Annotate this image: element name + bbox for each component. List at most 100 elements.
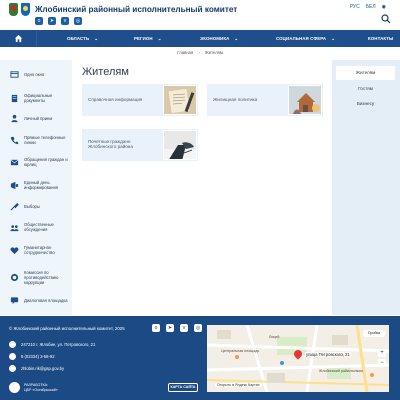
nav-item-contacts[interactable]: КОНТАКТЫ [368,36,393,41]
heart-icon [10,246,19,254]
lang-be[interactable]: БЕЛ [366,4,376,10]
lang-ru[interactable]: РУС [350,4,360,10]
sidebar-item-label: Прямые телефонные линии [24,135,66,145]
map-traffic-button[interactable]: Пробки [363,330,385,337]
sidebar-item-appeals[interactable]: Обращения граждан и юрлиц [0,157,72,167]
card-reference-info[interactable]: Справочная информация [82,84,198,116]
sidebar-item-label: Личный прием [24,116,53,121]
location-icon [9,341,16,348]
map-place-label: Центральная площадь [221,349,260,353]
footer-phone-text: 8 (02334) 3-58-92 [21,354,55,359]
language-switcher: РУС БЕЛ ◉ [350,4,386,10]
nav-item-label: РЕГИОН [134,36,153,41]
instagram-icon[interactable]: ◎ [194,324,202,332]
sidebar-item-humanitarian[interactable]: Гуманитарное сотрудничество [0,245,72,255]
vk-icon[interactable]: v [180,324,188,332]
map-place-label: Лицей [269,335,280,339]
sidebar-item-info-day[interactable]: Единый день информирования [0,180,72,190]
breadcrumb-home[interactable]: Главная [177,50,193,55]
site-header: Жлобинский районный исполнительный комит… [0,0,400,30]
document-icon [11,94,18,102]
map-open-link[interactable]: Открыть в Яндекс Картах [215,383,262,387]
right-sidebar-item-business[interactable]: Бизнесу [336,97,395,111]
map-zoom-in-button[interactable]: + [378,349,386,357]
developer-name: ЦБР «Октябрьский» [24,387,58,392]
right-sidebar-item-residents[interactable]: Жителям [336,66,395,80]
dialog-icon [10,297,19,305]
footer-developer[interactable]: РАЗРАБОТКА: ЦБР «Октябрьский» [9,382,58,393]
nav-divider [36,30,37,47]
coat-of-arms-icon[interactable] [21,3,30,16]
main-nav: ОБЛАСТЬ ⌄ РЕГИОН ⌄ ЭКОНОМИКА ⌄ СОЦИАЛЬНАЯ С… [0,30,400,47]
state-emblem-icon[interactable] [9,3,18,16]
nav-item-region[interactable]: РЕГИОН ⌄ [134,36,161,42]
developer-logo-icon [9,382,20,393]
footer-email-text: zhlobin.rik@gsp.gov.by [21,366,65,371]
right-sidebar: Жителям Гостям Бизнесу [332,60,400,315]
instagram-icon[interactable]: ◎ [74,17,82,25]
search-icon[interactable] [381,14,391,24]
telegram-icon[interactable]: ➤ [166,324,174,332]
sidebar-item-anticorruption[interactable]: Комиссия по противодействию коррупции [0,270,72,285]
card-honorary-citizens[interactable]: Почетные граждане Жлобинского района [82,129,198,161]
card-image [163,130,197,160]
nav-item-social[interactable]: СОЦИАЛЬНАЯ СФЕРА ⌄ [276,36,335,42]
sidebar-item-label: Общественные обсуждения [24,222,54,232]
sidebar-item-discussions[interactable]: Общественные обсуждения [0,222,72,232]
sidebar-item-label: Единый день информирования [24,180,59,190]
map-address-label: улица Петровского, 21 [305,352,351,357]
card-label: Почетные граждане Жлобинского района [88,139,133,150]
ballot-icon [10,203,19,211]
card-label: Жилищная политика [213,97,258,102]
sitemap-button[interactable]: КАРТА САЙТА [168,383,198,392]
location-map[interactable]: Центральная площадь Жлобинский райисполк… [207,325,389,392]
odnoklassniki-icon[interactable]: o [35,17,43,25]
chevron-down-icon: ⌄ [157,36,162,41]
site-title[interactable]: Жлобинский районный исполнительный комит… [35,5,237,14]
sidebar-item-personal-reception[interactable]: Личный прием [0,114,72,123]
left-sidebar: Одно окно Официальные документы Личный п… [0,60,72,315]
sidebar-item-label: Гуманитарное сотрудничество [24,245,55,255]
map-zoom-out-button[interactable]: − [378,359,386,367]
sidebar-item-one-window[interactable]: Одно окно [0,70,72,79]
discussion-icon [10,224,19,231]
sidebar-item-label: Комиссия по противодействию коррупции [24,270,59,285]
phone-icon [9,353,16,360]
nav-item-economy[interactable]: ЭКОНОМИКА ⌄ [200,36,238,42]
card-housing-policy[interactable]: Жилищная политика [207,84,323,116]
footer-address-text: 247210 г. Жлобин, ул. Петровского, 21 [21,342,96,347]
sidebar-item-label: Одно окно [24,72,45,77]
card-label: Справочная информация [88,97,143,102]
breadcrumb: Главная › Жителям [0,50,400,55]
chevron-down-icon: ⌄ [94,36,98,41]
shield-icon [10,273,19,282]
sidebar-item-dialog[interactable]: Диалоговая площадка [0,296,72,305]
accessibility-eye-icon[interactable]: ◉ [382,4,386,10]
sidebar-item-label: Официальные документы [24,93,53,103]
sidebar-item-label: Обращения граждан и юрлиц [24,157,68,167]
footer-email[interactable]: zhlobin.rik@gsp.gov.by [9,365,64,372]
person-icon [11,114,18,123]
telegram-icon[interactable]: ➤ [48,17,56,25]
footer-phone[interactable]: 8 (02334) 3-58-92 [9,353,55,360]
vk-icon[interactable]: v [61,17,69,25]
sidebar-item-documents[interactable]: Официальные документы [0,93,72,103]
map-place-label: Жлобинский райисполком [319,369,363,373]
home-icon[interactable] [14,34,23,43]
phone-icon [10,136,19,144]
info-icon [10,181,19,189]
chevron-down-icon: ⌄ [331,36,335,41]
sidebar-item-elections[interactable]: Выборы [0,202,72,211]
card-image [288,85,322,115]
right-sidebar-item-guests[interactable]: Гостям [336,82,395,96]
sidebar-item-phone-lines[interactable]: Прямые телефонные линии [0,135,72,145]
odnoklassniki-icon[interactable]: o [152,324,160,332]
breadcrumb-separator: › [198,50,200,55]
footer-social-links: o ➤ v ◎ [152,324,202,332]
nav-item-label: ОБЛАСТЬ [67,36,90,41]
page-title: Жителям [82,66,129,78]
nav-item-label: ЭКОНОМИКА [200,36,230,41]
window-icon [10,71,19,78]
footer-copyright: © Жлобинский районный исполнительный ком… [9,326,125,331]
nav-item-oblast[interactable]: ОБЛАСТЬ ⌄ [67,36,98,42]
